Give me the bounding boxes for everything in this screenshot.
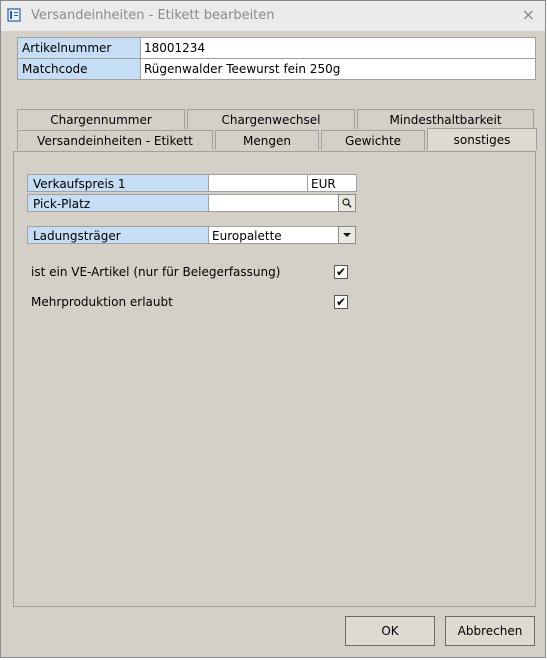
tab-chargennummer[interactable]: Chargennummer bbox=[17, 109, 185, 129]
matchcode-value: Rügenwalder Teewurst fein 250g bbox=[141, 59, 535, 79]
tab-row-front: Versandeinheiten - Etikett Mengen Gewich… bbox=[17, 128, 539, 150]
info-row-matchcode: Matchcode Rügenwalder Teewurst fein 250g bbox=[18, 59, 535, 79]
tab-chargenwechsel[interactable]: Chargenwechsel bbox=[187, 109, 355, 129]
tab-mindesthaltbarkeit[interactable]: Mindesthaltbarkeit bbox=[357, 109, 534, 129]
matchcode-label: Matchcode bbox=[18, 59, 141, 79]
dialog-window: Versandeinheiten - Etikett bearbeiten × … bbox=[0, 0, 546, 658]
info-row-artikelnummer: Artikelnummer 18001234 bbox=[18, 38, 535, 59]
pick-platz-search-button[interactable] bbox=[338, 194, 356, 212]
pick-platz-input[interactable] bbox=[208, 194, 339, 212]
verkaufspreis-input[interactable] bbox=[208, 174, 308, 192]
tab-row-back: Chargennummer Chargenwechsel Mindesthalt… bbox=[17, 109, 536, 129]
ladungstraeger-select[interactable]: Europalette bbox=[208, 226, 339, 244]
pick-platz-label: Pick-Platz bbox=[27, 194, 209, 212]
form-edit-icon bbox=[7, 8, 21, 22]
ok-button[interactable]: OK bbox=[345, 616, 435, 646]
tab-versandeinheiten-etikett[interactable]: Versandeinheiten - Etikett bbox=[17, 130, 213, 150]
magnifier-icon bbox=[342, 198, 352, 208]
title-bar: Versandeinheiten - Etikett bearbeiten × bbox=[1, 1, 545, 31]
verkaufspreis-label: Verkaufspreis 1 bbox=[27, 174, 209, 192]
mehrproduktion-label: Mehrproduktion erlaubt bbox=[31, 295, 173, 309]
ve-artikel-checkbox[interactable]: ✔ bbox=[334, 265, 348, 279]
window-title: Versandeinheiten - Etikett bearbeiten bbox=[31, 8, 275, 23]
tab-mengen[interactable]: Mengen bbox=[215, 130, 319, 150]
close-icon[interactable]: × bbox=[522, 5, 535, 24]
tab-panel-sonstiges: Verkaufspreis 1 EUR Pick-Platz Ladungstr… bbox=[13, 151, 536, 607]
tab-gewichte[interactable]: Gewichte bbox=[321, 130, 425, 150]
ladungstraeger-label: Ladungsträger bbox=[27, 226, 209, 244]
cancel-button[interactable]: Abbrechen bbox=[445, 616, 535, 646]
mehrproduktion-checkbox[interactable]: ✔ bbox=[334, 295, 348, 309]
triangle-down-icon bbox=[343, 233, 351, 237]
currency-field: EUR bbox=[307, 174, 357, 192]
ve-artikel-label: ist ein VE-Artikel (nur für Belegerfassu… bbox=[31, 265, 281, 279]
ladungstraeger-dropdown-button[interactable] bbox=[338, 226, 356, 244]
tab-sonstiges[interactable]: sonstiges bbox=[427, 128, 537, 150]
article-info-grid: Artikelnummer 18001234 Matchcode Rügenwa… bbox=[17, 37, 536, 80]
artikelnummer-value: 18001234 bbox=[141, 38, 535, 58]
artikelnummer-label: Artikelnummer bbox=[18, 38, 141, 58]
